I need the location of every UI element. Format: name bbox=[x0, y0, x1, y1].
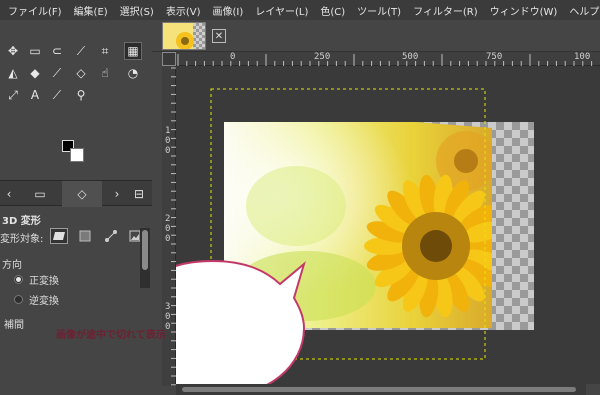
eraser-icon[interactable]: ◇ bbox=[72, 64, 90, 82]
ruler-tick-100: 100 bbox=[574, 52, 591, 62]
image-tabs-strip: ✕ bbox=[152, 20, 600, 52]
tab-device-status[interactable]: ▭ bbox=[20, 181, 60, 207]
smudge-icon[interactable]: ☝ bbox=[96, 64, 114, 82]
menu-item[interactable]: ファイル(F) bbox=[2, 3, 68, 18]
sunflower-thumbnail-icon bbox=[163, 23, 205, 49]
sunflower-center bbox=[420, 230, 452, 262]
tool-options-panel: 3D 変形 変形対象: 方向 正変換 逆変換 補間 bbox=[0, 208, 152, 395]
menu-item[interactable]: フィルター(R) bbox=[407, 3, 484, 18]
horizontal-scrollbar[interactable] bbox=[176, 384, 586, 395]
radio-backward[interactable] bbox=[14, 295, 23, 304]
ruler-tick-750: 750 bbox=[486, 52, 503, 62]
dock-menu-icon[interactable]: ⊟ bbox=[130, 181, 148, 207]
menu-item[interactable]: 編集(E) bbox=[68, 3, 114, 18]
direction-backward-option[interactable]: 逆変換 bbox=[14, 292, 59, 307]
zoom-tool-icon[interactable]: ⚲ bbox=[72, 86, 90, 104]
direction-forward-label: 正変換 bbox=[29, 276, 59, 287]
ruler-tick-500: 500 bbox=[402, 52, 419, 62]
paths-tool-icon[interactable]: ⤢ bbox=[4, 86, 22, 104]
ink-tool-icon[interactable]: ◆ bbox=[26, 64, 44, 82]
menubar: ファイル(F) 編集(E) 選択(S) 表示(V) 画像(I) レイヤー(L) 色(C) ツー… bbox=[0, 0, 600, 20]
direction-label: 方向 bbox=[2, 260, 22, 271]
transform-selection-button[interactable] bbox=[76, 228, 94, 244]
interpolation-label: 補間 bbox=[4, 320, 24, 331]
menu-item[interactable]: ウィンドウ(W) bbox=[484, 3, 564, 18]
canvas-area: ✕ 0 250 500 750 100 1 0 0 2 0 0 3 0 0 bbox=[152, 20, 600, 395]
vruler-digit: 3 bbox=[165, 302, 171, 312]
horizontal-ruler-ticks bbox=[177, 54, 593, 66]
crop-tool-icon[interactable]: ⌗ bbox=[96, 42, 114, 60]
dodge-burn-icon[interactable]: ◔ bbox=[124, 64, 142, 82]
ruler-tick-250: 250 bbox=[314, 52, 331, 62]
paintbrush-icon[interactable]: ⟋ bbox=[48, 64, 66, 82]
callout-text: 画像が途中で切れて表示 bbox=[56, 330, 166, 341]
vertical-scrollbar[interactable] bbox=[586, 66, 600, 384]
ruler-tick-0: 0 bbox=[230, 52, 236, 62]
move-tool-icon[interactable]: ✥ bbox=[4, 42, 22, 60]
fuzzy-select-icon[interactable]: ⟋ bbox=[72, 42, 90, 60]
menu-item[interactable]: 表示(V) bbox=[160, 3, 207, 18]
transform-layer-button[interactable] bbox=[50, 228, 68, 244]
tool-options-scrollbar[interactable] bbox=[140, 228, 150, 288]
text-tool-icon[interactable]: A bbox=[26, 86, 44, 104]
menu-item[interactable]: 選択(S) bbox=[114, 3, 160, 18]
vruler-digit: 0 bbox=[165, 146, 171, 156]
dock-scroll-left-icon[interactable]: ‹ bbox=[0, 181, 18, 207]
vruler-digit: 0 bbox=[165, 234, 171, 244]
lasso-select-icon[interactable]: ⊂ bbox=[48, 42, 66, 60]
tool-options-title: 3D 変形 bbox=[2, 216, 41, 227]
vruler-digit: 1 bbox=[165, 126, 171, 136]
dock-scroll-right-icon[interactable]: › bbox=[108, 181, 126, 207]
tab-tool-options[interactable]: ◇ bbox=[62, 181, 102, 207]
vruler-digit: 0 bbox=[165, 224, 171, 234]
rect-select-icon[interactable]: ▭ bbox=[26, 42, 44, 60]
callout-bubble bbox=[176, 259, 306, 384]
selection-icon bbox=[79, 230, 91, 242]
path-icon bbox=[105, 230, 117, 242]
color-picker-icon[interactable]: ⟋ bbox=[48, 86, 66, 104]
dock-tab-bar: ‹ ▭ ◇ › ⊟ bbox=[0, 180, 152, 207]
bucket-fill-icon[interactable]: ◭ bbox=[4, 64, 22, 82]
layer-icon bbox=[53, 232, 65, 240]
3d-transform-icon[interactable]: ▦ bbox=[124, 42, 142, 60]
image-viewport[interactable] bbox=[176, 66, 586, 384]
menu-item[interactable]: ツール(T) bbox=[351, 3, 407, 18]
direction-forward-option[interactable]: 正変換 bbox=[14, 272, 59, 287]
ruler-corner-button[interactable] bbox=[162, 52, 176, 66]
canvas-drawing bbox=[176, 88, 534, 384]
transform-path-button[interactable] bbox=[102, 228, 120, 244]
menu-item[interactable]: ヘルプ(H) bbox=[563, 3, 600, 18]
background-color-swatch[interactable] bbox=[70, 148, 84, 162]
menu-item[interactable]: 色(C) bbox=[314, 3, 351, 18]
menu-item[interactable]: 画像(I) bbox=[207, 3, 250, 18]
transform-target-label: 変形対象: bbox=[0, 234, 44, 245]
direction-backward-label: 逆変換 bbox=[29, 296, 59, 307]
image-tab-thumbnail[interactable] bbox=[162, 22, 206, 50]
menu-item[interactable]: レイヤー(L) bbox=[249, 3, 314, 18]
vruler-digit: 2 bbox=[165, 214, 171, 224]
horizontal-ruler: 0 250 500 750 100 bbox=[176, 52, 600, 66]
close-image-icon[interactable]: ✕ bbox=[212, 29, 226, 43]
vruler-digit: 0 bbox=[165, 312, 171, 322]
vruler-digit: 0 bbox=[165, 136, 171, 146]
radio-forward[interactable] bbox=[14, 275, 23, 284]
